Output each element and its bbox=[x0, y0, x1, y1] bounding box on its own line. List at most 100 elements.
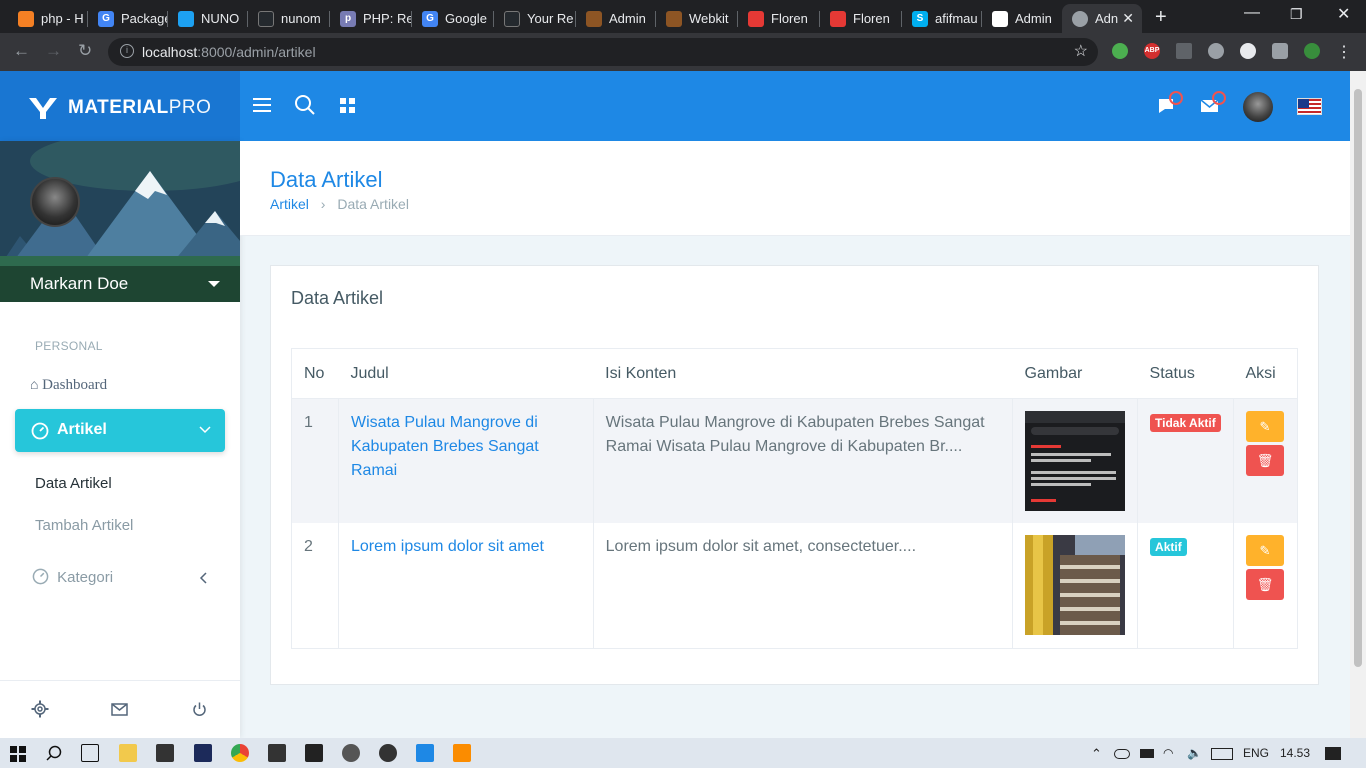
edit-button[interactable]: ✎ bbox=[1245, 411, 1284, 442]
adblock-icon[interactable]: ABP bbox=[1144, 43, 1160, 59]
phpstorm-icon[interactable] bbox=[305, 744, 323, 762]
puzzle-icon[interactable] bbox=[1272, 43, 1288, 59]
status-badge: Aktif bbox=[1150, 538, 1187, 556]
task-view-icon[interactable] bbox=[81, 744, 99, 762]
gear-icon[interactable] bbox=[31, 700, 49, 718]
sidebar-item-artikel[interactable]: Artikel bbox=[15, 409, 225, 452]
wifi-icon[interactable]: ◠ bbox=[1163, 746, 1173, 760]
table-header-row: No Judul Isi Konten Gambar Status Aksi bbox=[291, 348, 1298, 399]
close-tab-icon[interactable]: ✕ bbox=[1122, 10, 1134, 27]
chrome-icon[interactable] bbox=[231, 744, 249, 762]
cell-gambar bbox=[1012, 523, 1139, 649]
bookmark-star-icon[interactable]: ☆ bbox=[1074, 41, 1088, 61]
chevron-left-icon bbox=[199, 572, 207, 584]
notifications-icon[interactable] bbox=[1325, 747, 1341, 760]
github-icon bbox=[258, 10, 274, 27]
logo-area[interactable]: MATERIALPRO bbox=[0, 71, 240, 141]
nav-caption: PERSONAL bbox=[35, 339, 103, 353]
onedrive-icon[interactable] bbox=[1114, 749, 1130, 759]
language-indicator[interactable]: ENG bbox=[1243, 746, 1269, 760]
browser-tab[interactable]: G Package bbox=[88, 4, 168, 33]
minimize-icon[interactable]: — bbox=[1244, 4, 1260, 22]
sidebar-subitem-data-artikel[interactable]: Data Artikel bbox=[35, 475, 112, 492]
media-player-icon[interactable] bbox=[379, 744, 397, 762]
apps-grid-icon[interactable] bbox=[340, 98, 355, 113]
xampp-icon[interactable] bbox=[453, 744, 471, 762]
browser-tab[interactable]: G Google bbox=[412, 4, 494, 33]
close-window-icon[interactable]: ✕ bbox=[1337, 4, 1350, 24]
hamburger-menu-icon[interactable] bbox=[253, 98, 271, 112]
card-title: Data Artikel bbox=[291, 288, 384, 308]
profile-username[interactable]: Markarn Doe bbox=[0, 266, 240, 302]
cell-gambar bbox=[1012, 398, 1139, 523]
keyboard-icon[interactable] bbox=[1211, 748, 1233, 760]
browser-tab[interactable]: Admin bbox=[982, 4, 1060, 33]
column-header: Gambar bbox=[1012, 348, 1138, 399]
terminal-icon[interactable] bbox=[268, 744, 286, 762]
profile-avatar[interactable] bbox=[30, 177, 80, 227]
reload-icon[interactable]: ↻ bbox=[78, 41, 92, 61]
sidebar-subitem-tambah-artikel[interactable]: Tambah Artikel bbox=[35, 517, 133, 534]
article-thumbnail-image[interactable] bbox=[1025, 411, 1126, 511]
user-profile-panel: Markarn Doe bbox=[0, 141, 240, 302]
skype-icon: S bbox=[912, 10, 928, 27]
volume-icon[interactable]: 🔈 bbox=[1187, 746, 1202, 760]
back-icon[interactable]: ← bbox=[13, 41, 30, 61]
extension-icon[interactable] bbox=[1176, 43, 1192, 59]
us-flag-icon[interactable] bbox=[1297, 98, 1322, 115]
clock[interactable]: 14.53 bbox=[1280, 746, 1310, 760]
browser-tab[interactable]: Safifmau bbox=[902, 4, 982, 33]
windows-start-icon[interactable] bbox=[10, 746, 26, 762]
browser-tab[interactable]: Admin bbox=[576, 4, 656, 33]
forward-icon[interactable]: → bbox=[45, 41, 62, 61]
browser-tab[interactable]: Floren bbox=[820, 4, 902, 33]
extension-icon[interactable] bbox=[1112, 43, 1128, 59]
address-bar[interactable]: i localhost:8000/admin/artikel ☆ bbox=[108, 38, 1098, 66]
browser-tab[interactable]: NUNO bbox=[168, 4, 248, 33]
cell-judul-link[interactable]: Lorem ipsum dolor sit amet bbox=[338, 523, 594, 649]
photos-icon[interactable] bbox=[416, 744, 434, 762]
search-icon[interactable] bbox=[46, 745, 62, 761]
breadcrumb-artikel[interactable]: Artikel bbox=[270, 196, 309, 212]
power-icon[interactable] bbox=[192, 702, 207, 717]
user-avatar[interactable] bbox=[1243, 92, 1273, 122]
info-icon[interactable]: i bbox=[120, 44, 134, 58]
settings-gear-icon[interactable] bbox=[342, 744, 360, 762]
browser-tab[interactable]: php - H bbox=[8, 4, 88, 33]
restore-icon[interactable]: ❐ bbox=[1290, 6, 1303, 23]
delete-button[interactable]: 🗑 bbox=[1245, 445, 1284, 476]
page-title: Data Artikel bbox=[270, 167, 383, 192]
store-icon[interactable] bbox=[156, 744, 174, 762]
caret-down-icon[interactable] bbox=[208, 281, 220, 287]
new-tab-icon[interactable]: + bbox=[1155, 6, 1167, 29]
browser-tab[interactable]: nunom bbox=[248, 4, 330, 33]
photoshop-icon[interactable] bbox=[194, 744, 212, 762]
sidebar-item-kategori[interactable]: Kategori bbox=[32, 568, 212, 586]
home-icon: ⌂ bbox=[30, 378, 39, 393]
article-thumbnail-image[interactable] bbox=[1025, 535, 1126, 635]
profile-icon[interactable] bbox=[1304, 43, 1320, 59]
search-icon[interactable] bbox=[294, 94, 316, 116]
mail-icon[interactable] bbox=[1200, 91, 1228, 115]
browser-tab-active[interactable]: Adn ✕ bbox=[1062, 4, 1142, 33]
mail-icon[interactable] bbox=[111, 703, 128, 716]
tray-chevron-up-icon[interactable]: ⌃ bbox=[1091, 746, 1102, 762]
menu-dots-icon[interactable]: ⋮ bbox=[1336, 42, 1352, 62]
file-explorer-icon[interactable] bbox=[119, 744, 137, 762]
browser-tab[interactable]: Floren bbox=[738, 4, 820, 33]
notification-flag-icon[interactable] bbox=[1157, 91, 1185, 115]
column-header: No bbox=[291, 348, 339, 399]
globe-extension-icon[interactable] bbox=[1208, 43, 1224, 59]
sidebar-item-dashboard[interactable]: ⌂ Dashboard bbox=[30, 377, 107, 394]
browser-tab[interactable]: Your Re bbox=[494, 4, 576, 33]
browser-tab[interactable]: Webkit bbox=[656, 4, 738, 33]
battery-icon[interactable] bbox=[1140, 749, 1154, 758]
scrollbar-thumb[interactable] bbox=[1354, 89, 1362, 667]
extension-icon[interactable] bbox=[1240, 43, 1256, 59]
cell-judul-link[interactable]: Wisata Pulau Mangrove di Kabupaten Brebe… bbox=[338, 398, 594, 523]
cell-aksi: ✎ 🗑 bbox=[1233, 523, 1298, 649]
browser-tab[interactable]: p PHP: Re bbox=[330, 4, 412, 33]
edit-button[interactable]: ✎ bbox=[1245, 535, 1284, 566]
scrollbar-track[interactable] bbox=[1350, 71, 1366, 738]
delete-button[interactable]: 🗑 bbox=[1245, 569, 1284, 600]
